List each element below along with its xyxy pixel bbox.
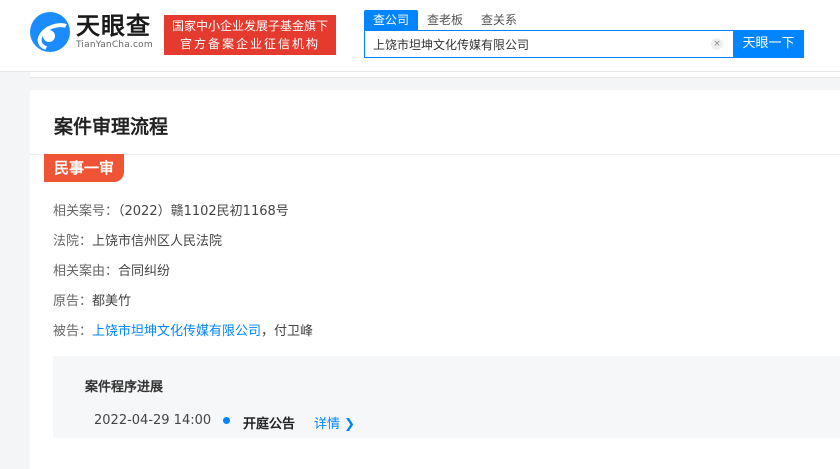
plaintiff-label: 原告： xyxy=(53,294,93,309)
clear-icon[interactable]: × xyxy=(711,38,723,50)
case-number-row: 相关案号：（2022）赣1102民初1168号 xyxy=(53,200,289,219)
stage-tag: 民事一审 xyxy=(44,154,124,182)
court-row: 法院：上饶市信州区人民法院 xyxy=(53,230,222,249)
progress-date: 2022-04-29 14:00 xyxy=(94,413,212,428)
logo-text: 天眼查 TianYanCha.com xyxy=(76,13,153,51)
timeline-dot-icon xyxy=(223,417,230,424)
tab-relation[interactable]: 查关系 xyxy=(472,10,526,30)
case-progress-panel: 案件程序进展 2022-04-29 14:00 开庭公告 详情 ❯ xyxy=(53,356,840,438)
court-label: 法院： xyxy=(53,234,93,249)
search-input[interactable] xyxy=(373,31,703,57)
logo-domain: TianYanCha.com xyxy=(76,40,153,50)
search-box: × xyxy=(364,30,734,58)
plaintiff-row: 原告：都美竹 xyxy=(53,290,131,309)
case-process-card: 案件审理流程 民事一审 相关案号：（2022）赣1102民初1168号 法院：上… xyxy=(30,90,840,469)
plaintiff-value: 都美竹 xyxy=(92,294,132,309)
case-number-value: （2022）赣1102民初1168号 xyxy=(118,204,289,219)
progress-title: 案件程序进展 xyxy=(85,380,164,395)
logo-name: 天眼查 xyxy=(76,12,151,40)
cause-value: 合同纠纷 xyxy=(118,264,171,279)
defendant-person: 付卫峰 xyxy=(274,324,314,339)
cause-row: 相关案由：合同纠纷 xyxy=(53,260,170,279)
defendant-separator: ， xyxy=(261,324,275,339)
search-button[interactable]: 天眼一下 xyxy=(733,30,804,58)
card-title: 案件审理流程 xyxy=(54,116,169,138)
defendant-row: 被告：上饶市坦坤文化传媒有限公司，付卫峰 xyxy=(53,320,313,339)
previous-card-edge xyxy=(30,72,840,78)
case-number-label: 相关案号： xyxy=(53,204,119,219)
badge-line-1: 国家中小企业发展子基金旗下 xyxy=(171,19,328,33)
tab-company[interactable]: 查公司 xyxy=(364,10,419,30)
eye-logo-icon xyxy=(30,12,70,52)
search-type-tabs: 查公司 查老板 查关系 xyxy=(364,10,526,30)
site-logo[interactable]: 天眼查 TianYanCha.com xyxy=(30,12,153,52)
court-value: 上饶市信州区人民法院 xyxy=(92,234,223,249)
tab-boss[interactable]: 查老板 xyxy=(418,10,472,30)
official-credit-badge: 国家中小企业发展子基金旗下 官方备案企业征信机构 xyxy=(164,15,336,55)
details-link[interactable]: 详情 ❯ xyxy=(314,413,355,432)
badge-line-2: 官方备案企业征信机构 xyxy=(179,37,320,51)
site-header: 天眼查 TianYanCha.com 国家中小企业发展子基金旗下 官方备案企业征… xyxy=(0,0,840,72)
cause-label: 相关案由： xyxy=(53,264,119,279)
divider xyxy=(30,154,840,155)
defendant-company-link[interactable]: 上饶市坦坤文化传媒有限公司 xyxy=(92,324,261,339)
progress-event: 开庭公告 xyxy=(243,417,296,432)
defendant-label: 被告： xyxy=(53,324,93,339)
